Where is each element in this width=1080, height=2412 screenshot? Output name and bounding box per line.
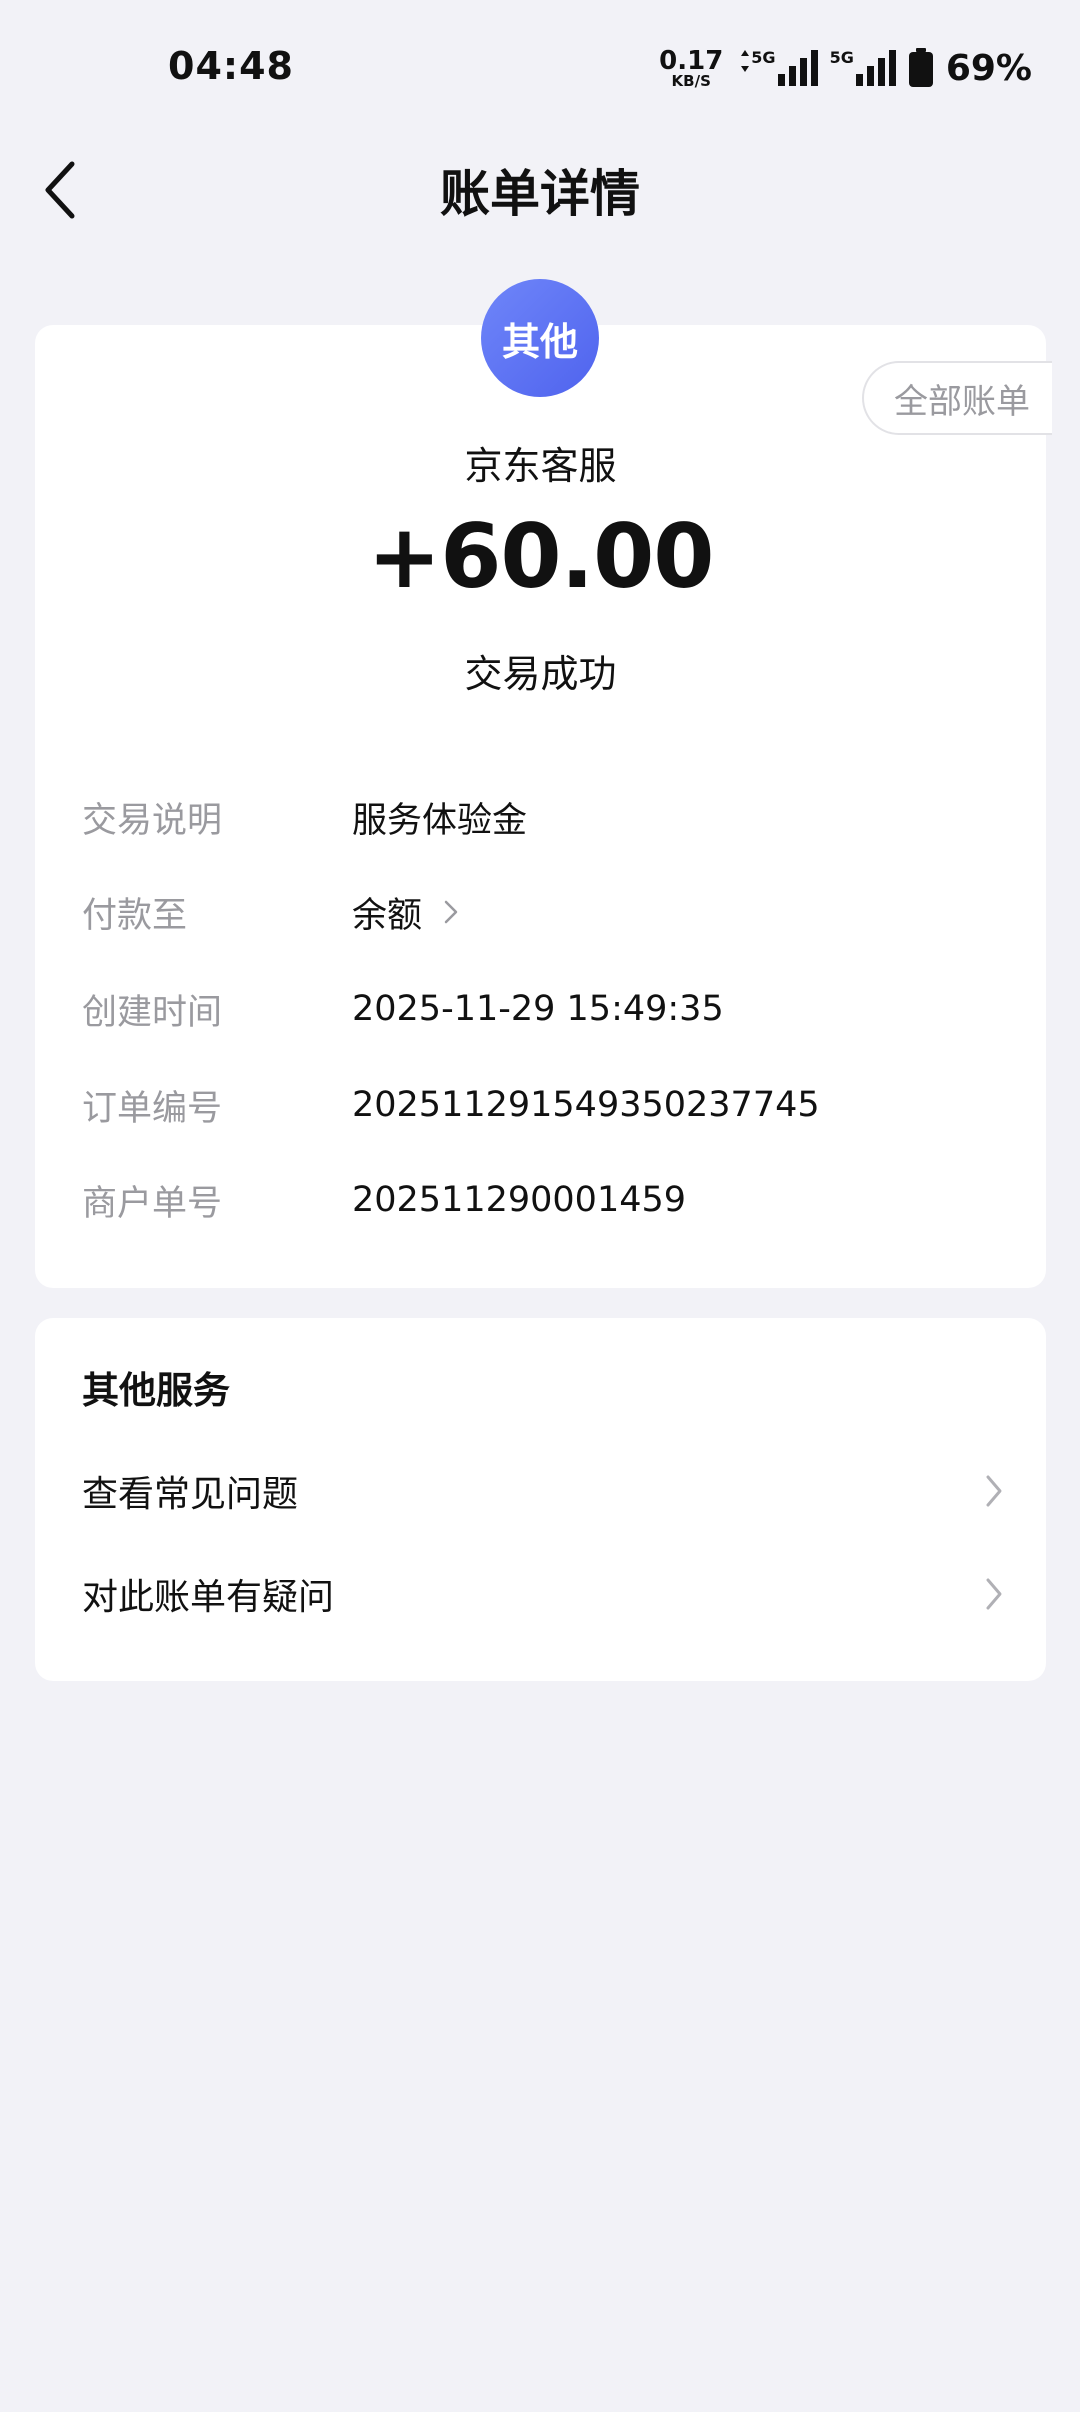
services-title: 其他服务 (82, 1369, 230, 1412)
network-speed-value: 0.17 (659, 45, 724, 76)
detail-row-pay-to[interactable]: 付款至 余额 (82, 882, 1006, 942)
detail-label: 商户单号 (82, 1183, 223, 1224)
page-title: 账单详情 (440, 165, 640, 223)
signal-bars-icon (777, 50, 818, 86)
app-header: 账单详情 (0, 140, 1080, 230)
battery-icon (908, 48, 933, 87)
all-bills-button[interactable]: 全部账单 (862, 361, 1052, 435)
detail-value: 2025-11-29 15:49:35 (352, 989, 724, 1029)
service-label: 对此账单有疑问 (82, 1577, 335, 1618)
detail-value: 余额 (352, 895, 423, 936)
battery-percent: 69% (945, 47, 1032, 89)
status-indicators: 0.17 KB/S 5G 5G 69% (659, 46, 1032, 90)
detail-row-merchant-number: 商户单号 202511290001459 (82, 1170, 1006, 1230)
detail-row-created-time: 创建时间 2025-11-29 15:49:35 (82, 979, 1006, 1039)
network-speed-unit: KB/S (671, 71, 711, 90)
detail-label: 交易说明 (82, 800, 223, 841)
service-label: 查看常见问题 (82, 1474, 299, 1515)
detail-label: 订单编号 (82, 1088, 223, 1129)
chevron-right-icon (444, 900, 458, 924)
merchant-name: 京东客服 (464, 444, 617, 488)
chevron-right-icon (986, 1475, 1002, 1507)
service-item-faq[interactable]: 查看常见问题 (82, 1451, 1006, 1531)
detail-label: 创建时间 (82, 992, 223, 1033)
status-bar: 04:48 0.17 KB/S 5G 5G 69% (0, 0, 1080, 140)
transaction-status: 交易成功 (464, 652, 617, 696)
data-arrows-icon (741, 50, 750, 72)
network-type-label: 5G (751, 48, 776, 67)
category-badge: 其他 (481, 279, 599, 397)
transaction-amount: +60.00 (367, 505, 714, 608)
detail-value: 服务体验金 (352, 800, 528, 841)
chevron-right-icon (986, 1578, 1002, 1610)
detail-value: 20251129154935023774​5 (352, 1085, 820, 1125)
bill-summary-card: 京东客服 +60.00 交易成功 交易说明 服务体验金 付款至 余额 创建时间 … (35, 325, 1046, 1288)
signal-1: 5G (739, 48, 819, 88)
signal-2: 5G (830, 48, 898, 88)
detail-row-order-number: 订单编号 20251129154935023774​5 (82, 1075, 1006, 1135)
signal-bars-icon (855, 50, 896, 86)
detail-label: 付款至 (82, 895, 188, 936)
detail-value: 202511290001459 (352, 1180, 687, 1220)
other-services-card: 其他服务 查看常见问题 对此账单有疑问 (35, 1318, 1046, 1681)
pay-to-link[interactable]: 余额 (352, 887, 466, 938)
network-type-label: 5G (829, 48, 854, 67)
status-time: 04:48 (168, 44, 294, 88)
service-item-dispute[interactable]: 对此账单有疑问 (82, 1554, 1006, 1634)
detail-row-description: 交易说明 服务体验金 (82, 787, 1006, 847)
network-speed: 0.17 KB/S (659, 48, 723, 89)
